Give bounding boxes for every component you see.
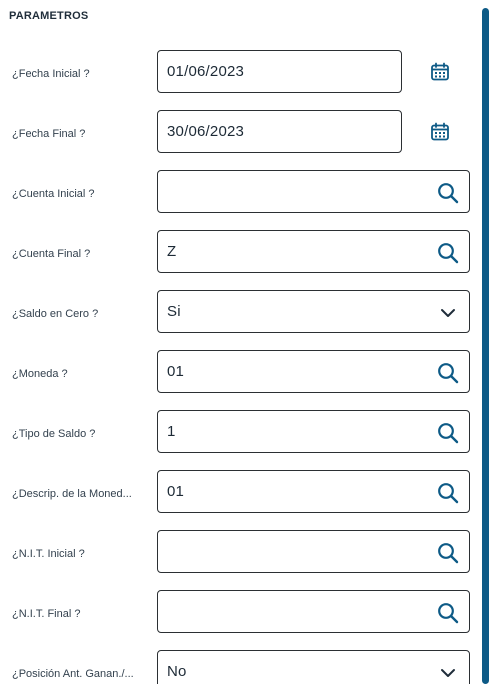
field-value: 30/06/2023 xyxy=(167,123,245,140)
chevron-down-icon[interactable] xyxy=(435,300,461,326)
field-value: 01/06/2023 xyxy=(167,63,245,80)
field-label: ¿Fecha Inicial ? xyxy=(12,68,90,80)
nit-final-input[interactable] xyxy=(157,590,470,633)
search-icon[interactable] xyxy=(435,600,461,626)
search-icon[interactable] xyxy=(435,360,461,386)
section-title: PARAMETROS xyxy=(9,10,89,22)
field-value: Z xyxy=(167,243,177,260)
field-value: Si xyxy=(167,303,181,320)
search-icon[interactable] xyxy=(435,180,461,206)
calendar-icon[interactable] xyxy=(427,120,453,144)
field-label: ¿Tipo de Saldo ? xyxy=(12,428,96,440)
posicion-ant-row: ¿Posición Ant. Ganan./... No xyxy=(0,650,480,684)
descrip-moneda-row: ¿Descrip. de la Moned... 01 xyxy=(0,470,480,530)
fecha-inicial-row: ¿Fecha Inicial ? 01/06/2023 xyxy=(0,50,480,110)
parameters-form: ¿Fecha Inicial ? 01/06/2023 ¿Fecha Final… xyxy=(0,50,480,684)
field-label: ¿Moneda ? xyxy=(12,368,68,380)
search-icon[interactable] xyxy=(435,480,461,506)
field-value: No xyxy=(167,663,187,680)
nit-inicial-row: ¿N.I.T. Inicial ? xyxy=(0,530,480,590)
nit-final-row: ¿N.I.T. Final ? xyxy=(0,590,480,650)
field-label: ¿N.I.T. Final ? xyxy=(12,608,81,620)
cuenta-inicial-row: ¿Cuenta Inicial ? xyxy=(0,170,480,230)
moneda-row: ¿Moneda ? 01 xyxy=(0,350,480,410)
field-label: ¿N.I.T. Inicial ? xyxy=(12,548,85,560)
search-icon[interactable] xyxy=(435,540,461,566)
saldo-en-cero-select[interactable]: Si xyxy=(157,290,470,333)
field-label: ¿Fecha Final ? xyxy=(12,128,86,140)
vertical-scrollbar[interactable] xyxy=(482,8,489,684)
field-label: ¿Descrip. de la Moned... xyxy=(12,488,132,500)
moneda-input[interactable]: 01 xyxy=(157,350,470,393)
field-value: 01 xyxy=(167,363,185,380)
chevron-down-icon[interactable] xyxy=(435,660,461,684)
search-icon[interactable] xyxy=(435,420,461,446)
descrip-moneda-input[interactable]: 01 xyxy=(157,470,470,513)
field-label: ¿Cuenta Final ? xyxy=(12,248,91,260)
cuenta-inicial-input[interactable] xyxy=(157,170,470,213)
nit-inicial-input[interactable] xyxy=(157,530,470,573)
field-label: ¿Posición Ant. Ganan./... xyxy=(12,668,134,680)
field-label: ¿Saldo en Cero ? xyxy=(12,308,99,320)
search-icon[interactable] xyxy=(435,240,461,266)
cuenta-final-input[interactable]: Z xyxy=(157,230,470,273)
field-label: ¿Cuenta Inicial ? xyxy=(12,188,95,200)
fecha-final-input[interactable]: 30/06/2023 xyxy=(157,110,402,153)
tipo-de-saldo-row: ¿Tipo de Saldo ? 1 xyxy=(0,410,480,470)
field-value: 01 xyxy=(167,483,185,500)
cuenta-final-row: ¿Cuenta Final ? Z xyxy=(0,230,480,290)
fecha-inicial-input[interactable]: 01/06/2023 xyxy=(157,50,402,93)
calendar-icon[interactable] xyxy=(427,60,453,84)
fecha-final-row: ¿Fecha Final ? 30/06/2023 xyxy=(0,110,480,170)
field-value: 1 xyxy=(167,423,176,440)
posicion-ant-select[interactable]: No xyxy=(157,650,470,684)
tipo-de-saldo-input[interactable]: 1 xyxy=(157,410,470,453)
saldo-en-cero-row: ¿Saldo en Cero ? Si xyxy=(0,290,480,350)
